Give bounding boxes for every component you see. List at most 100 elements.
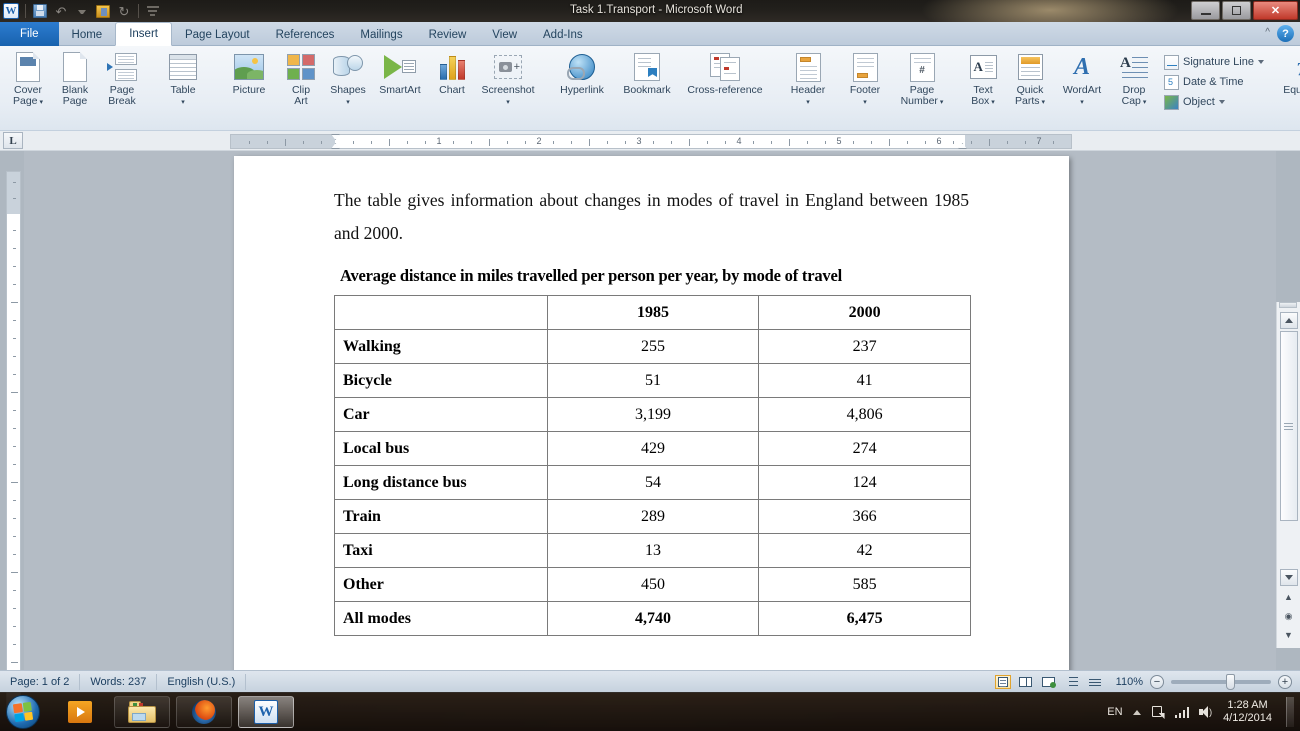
blank-page-button[interactable]: Blank Page xyxy=(52,49,98,107)
signature-line-dropdown-icon[interactable] xyxy=(1257,60,1264,64)
taskbar-item-firefox[interactable] xyxy=(176,696,232,728)
help-icon[interactable]: ? xyxy=(1277,25,1294,42)
customize-qat-icon[interactable] xyxy=(144,2,162,20)
scroll-down-button[interactable] xyxy=(1279,569,1298,586)
minimize-button[interactable] xyxy=(1191,1,1220,20)
tab-mailings[interactable]: Mailings xyxy=(347,23,415,46)
object-dropdown-icon[interactable] xyxy=(1218,100,1225,104)
select-browse-object-icon[interactable]: ◉ xyxy=(1281,608,1297,624)
screenshot-button[interactable]: + Screenshot ▾ xyxy=(476,49,540,108)
zoom-out-button[interactable]: − xyxy=(1150,674,1164,689)
scrollbar-thumb[interactable] xyxy=(1279,331,1298,521)
restore-button[interactable] xyxy=(1222,1,1251,20)
zoom-slider[interactable] xyxy=(1171,673,1271,690)
firefox-icon xyxy=(192,700,216,724)
action-center-icon[interactable] xyxy=(1151,705,1165,719)
signature-line-button[interactable]: Signature Line xyxy=(1162,52,1266,72)
drop-cap-button[interactable]: A Drop Cap ▾ xyxy=(1111,49,1157,108)
document-paragraph[interactable]: The table gives information about change… xyxy=(334,184,969,250)
smartart-button[interactable]: SmartArt xyxy=(372,49,428,96)
cell-1985: 13 xyxy=(546,533,760,568)
object-button[interactable]: Object xyxy=(1162,92,1266,112)
footer-button[interactable]: Footer ▾ xyxy=(837,49,893,108)
quick-parts-button[interactable]: Quick Parts ▾ xyxy=(1007,49,1053,108)
table-button[interactable]: Table ▾ xyxy=(155,49,211,108)
print-layout-view-button[interactable] xyxy=(994,674,1011,689)
split-window-handle[interactable] xyxy=(1279,302,1297,308)
quick-access-toolbar[interactable]: W ↶ ↻ xyxy=(2,1,162,21)
tab-file[interactable]: File xyxy=(0,22,59,46)
window-controls[interactable]: ✕ xyxy=(1191,1,1298,20)
bookmark-button[interactable]: Bookmark xyxy=(615,49,679,96)
next-object-icon[interactable]: ▼ xyxy=(1281,627,1297,643)
volume-icon[interactable]: ) xyxy=(1199,706,1213,718)
undo-icon[interactable]: ↶ xyxy=(52,2,70,20)
network-signal-icon[interactable] xyxy=(1174,706,1190,718)
page-break-button[interactable]: Page Break xyxy=(99,49,145,107)
page-number-button[interactable]: # Page Number ▾ xyxy=(894,49,950,108)
chart-button[interactable]: Chart xyxy=(429,49,475,96)
horizontal-ruler[interactable]: 1 2 3 4 5 6 7 xyxy=(230,134,1072,149)
save-icon[interactable] xyxy=(31,2,49,20)
cross-reference-button[interactable]: Cross-reference xyxy=(680,49,770,96)
page-indicator[interactable]: Page: 1 of 2 xyxy=(0,673,81,690)
close-button[interactable]: ✕ xyxy=(1253,1,1298,20)
clip-art-button[interactable]: Clip Art xyxy=(278,49,324,107)
scroll-up-button[interactable] xyxy=(1279,312,1298,329)
zoom-in-button[interactable]: + xyxy=(1278,674,1292,689)
tab-review[interactable]: Review xyxy=(416,23,480,46)
table-row: Bicycle 51 41 xyxy=(334,363,971,398)
web-layout-view-button[interactable] xyxy=(1041,675,1057,689)
full-screen-reading-view-button[interactable] xyxy=(1018,675,1034,689)
taskbar-item-microsoft-word[interactable]: W xyxy=(238,696,294,728)
vertical-ruler[interactable] xyxy=(6,171,21,711)
date-time-button[interactable]: Date & Time xyxy=(1162,72,1266,92)
undo-dropdown-icon[interactable] xyxy=(73,2,91,20)
travel-data-table[interactable]: 1985 2000 Walking 255 237 Bicycle 51 41 … xyxy=(334,295,971,636)
repeat-icon[interactable]: ↻ xyxy=(115,2,133,20)
bookmark-icon xyxy=(634,51,660,83)
hyperlink-button[interactable]: Hyperlink xyxy=(550,49,614,96)
word-logo-icon[interactable]: W xyxy=(2,2,20,20)
tab-references[interactable]: References xyxy=(263,23,348,46)
outline-view-button[interactable] xyxy=(1064,675,1080,689)
table-row: Long distance bus 54 124 xyxy=(334,465,971,500)
word-count[interactable]: Words: 237 xyxy=(80,673,158,690)
zoom-level-label[interactable]: 110% xyxy=(1116,676,1143,688)
cell-mode: Long distance bus xyxy=(334,465,548,500)
equation-button[interactable]: π Equation▾ xyxy=(1276,49,1300,108)
text-box-button[interactable]: A Text Box ▾ xyxy=(960,49,1006,108)
show-hidden-icons-icon[interactable] xyxy=(1132,709,1141,715)
tab-page-layout[interactable]: Page Layout xyxy=(172,23,263,46)
touch-mode-icon[interactable] xyxy=(94,2,112,20)
language-indicator[interactable]: English (U.S.) xyxy=(157,673,247,690)
tab-add-ins[interactable]: Add-Ins xyxy=(530,23,596,46)
previous-object-icon[interactable]: ▲ xyxy=(1281,589,1297,605)
ribbon-tab-bar[interactable]: File Home Insert Page Layout References … xyxy=(0,22,1300,46)
clock[interactable]: 1:28 AM 4/12/2014 xyxy=(1223,699,1272,725)
tab-insert[interactable]: Insert xyxy=(115,22,172,46)
tab-home[interactable]: Home xyxy=(59,23,116,46)
smartart-icon xyxy=(384,51,416,83)
table-caption[interactable]: Average distance in miles travelled per … xyxy=(340,266,1009,286)
zoom-slider-thumb[interactable] xyxy=(1226,673,1235,690)
cell-1985: 4,740 xyxy=(546,601,760,636)
taskbar-item-windows-explorer[interactable] xyxy=(114,696,170,728)
tab-stop-selector[interactable]: L xyxy=(3,132,23,149)
show-desktop-button[interactable] xyxy=(1286,697,1294,727)
vertical-scrollbar[interactable]: ▲ ◉ ▼ xyxy=(1276,302,1300,648)
picture-button[interactable]: Picture xyxy=(221,49,277,96)
tab-view[interactable]: View xyxy=(479,23,530,46)
language-indicator-tray[interactable]: EN xyxy=(1107,706,1122,718)
header-button[interactable]: Header ▾ xyxy=(780,49,836,108)
text-box-icon: A xyxy=(969,51,997,83)
cover-page-button[interactable]: Cover Page ▾ xyxy=(5,49,51,108)
collapse-ribbon-icon[interactable]: ^ xyxy=(1265,27,1270,38)
shapes-button[interactable]: Shapes ▾ xyxy=(325,49,371,108)
document-page[interactable]: The table gives information about change… xyxy=(234,156,1069,676)
wordart-button[interactable]: A WordArt ▾ xyxy=(1054,49,1110,108)
draft-view-button[interactable] xyxy=(1087,675,1103,689)
start-button[interactable] xyxy=(6,695,40,729)
taskbar-item-windows-media-player[interactable] xyxy=(52,696,108,728)
system-tray: EN ) 1:28 AM 4/12/2014 xyxy=(1107,697,1300,727)
